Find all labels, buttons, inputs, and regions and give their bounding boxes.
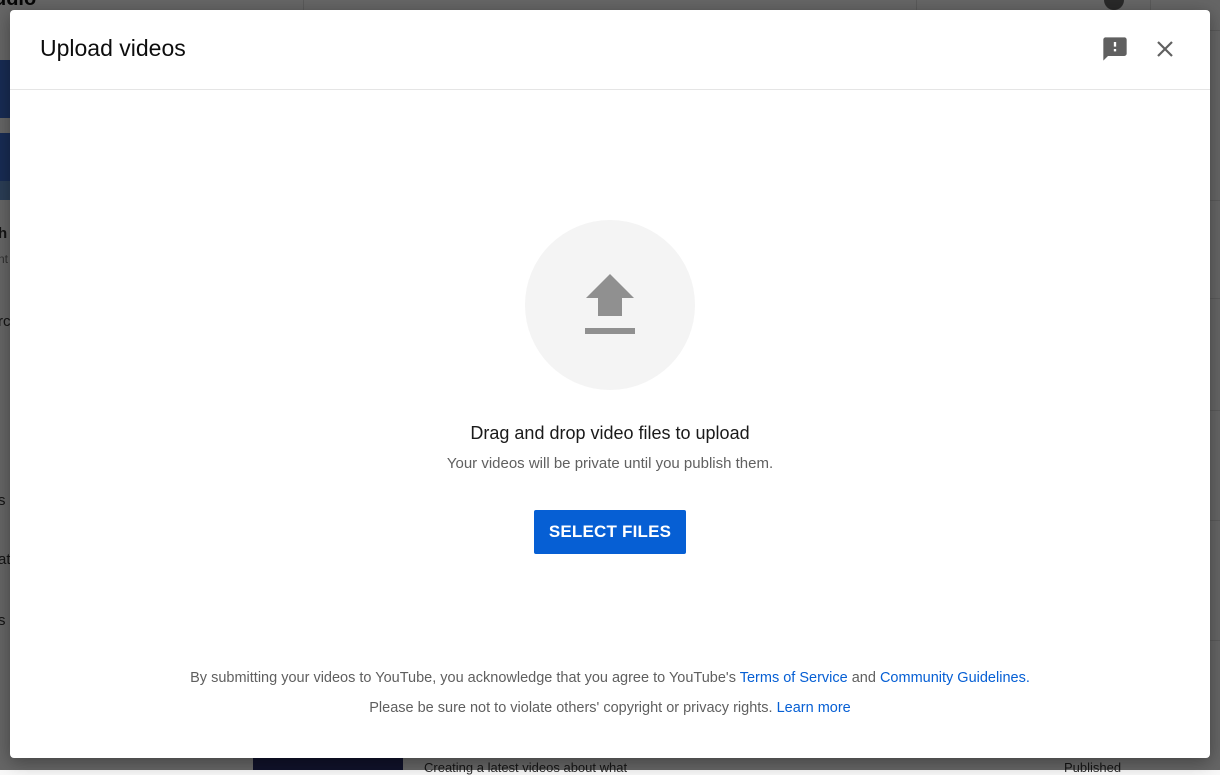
upload-arrow-icon: [585, 274, 635, 334]
dialog-header: Upload videos: [10, 10, 1210, 90]
copyright-notice: Please be sure not to violate others' co…: [10, 700, 1210, 716]
close-icon: [1157, 41, 1173, 57]
legal-notice: By submitting your videos to YouTube, yo…: [10, 670, 1210, 686]
learn-more-link[interactable]: Learn more: [777, 700, 851, 716]
community-guidelines-link[interactable]: Community Guidelines: [880, 670, 1026, 686]
copyright-text: Please be sure not to violate others' co…: [369, 700, 777, 716]
legal-text: By submitting your videos to YouTube, yo…: [190, 670, 740, 686]
feedback-button[interactable]: [1095, 29, 1135, 69]
drag-drop-heading: Drag and drop video files to upload: [470, 423, 750, 443]
feedback-icon: [1103, 37, 1127, 61]
upload-dialog: Upload videos Drag and drop video files …: [10, 10, 1210, 758]
upload-drop-zone[interactable]: [525, 220, 695, 390]
select-files-button[interactable]: SELECT FILES: [534, 510, 686, 554]
privacy-note: Your videos will be private until you pu…: [446, 455, 774, 472]
dialog-title: Upload videos: [40, 35, 186, 61]
legal-text: and: [847, 670, 880, 686]
close-button[interactable]: [1145, 29, 1185, 69]
legal-text: .: [1025, 670, 1030, 686]
terms-of-service-link[interactable]: Terms of Service: [740, 670, 848, 686]
